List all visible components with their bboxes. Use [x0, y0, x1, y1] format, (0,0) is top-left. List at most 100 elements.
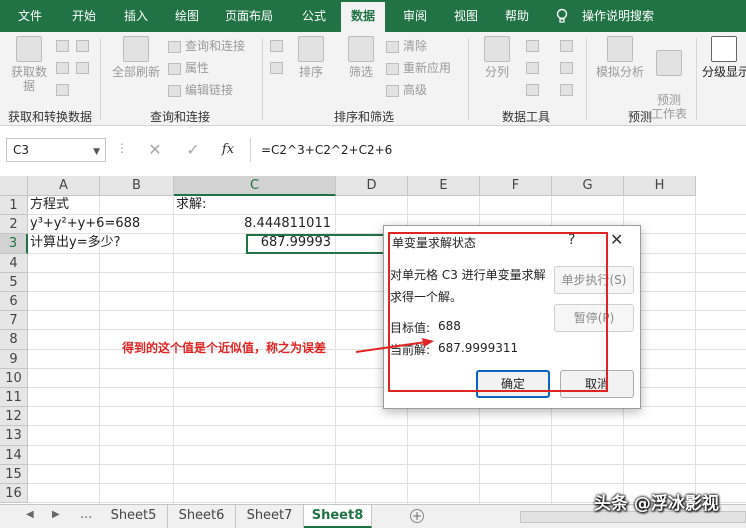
- relationships-icon[interactable]: [560, 62, 573, 74]
- prev-sheet-icon[interactable]: ◀: [26, 509, 34, 520]
- pause-button[interactable]: 暂停(P): [554, 304, 634, 332]
- formula-bar: C3 ▼ ⋮ ✕ ✓ fx =C2^3+C2^2+C2+6: [0, 126, 746, 176]
- row-header[interactable]: 2: [0, 215, 28, 235]
- grid-line: [28, 425, 746, 427]
- ribbon-tab[interactable]: 数据: [341, 2, 386, 32]
- from-web-icon[interactable]: [76, 40, 89, 52]
- next-sheet-icon[interactable]: ▶: [52, 509, 60, 520]
- forecast-sheet-label: 预测 工作表: [650, 93, 687, 121]
- ribbon-data-tab: 获取数据 获取和转换数据 全部刷新 查询和连接 属性 编辑链接 查询和连接 排序…: [0, 32, 746, 126]
- advanced-label: 高级: [403, 83, 428, 97]
- text-to-columns-button[interactable]: 分列: [476, 36, 518, 79]
- column-header[interactable]: H: [624, 176, 696, 196]
- queries-connections-button[interactable]: 查询和连接: [168, 38, 245, 54]
- step-button[interactable]: 单步执行(S): [554, 266, 634, 294]
- existing-connections-icon[interactable]: [56, 84, 69, 96]
- outline-button[interactable]: 分级显示: [702, 36, 746, 79]
- ok-button[interactable]: 确定: [476, 370, 550, 398]
- ribbon-tab[interactable]: 审阅: [403, 0, 427, 32]
- cell-c1[interactable]: 求解:: [176, 196, 376, 215]
- row-header[interactable]: 10: [0, 368, 28, 388]
- grid-line: [28, 444, 746, 446]
- select-all-corner[interactable]: [0, 176, 28, 196]
- row-header[interactable]: 7: [0, 311, 28, 331]
- row-header[interactable]: 14: [0, 445, 28, 465]
- recent-sources-icon[interactable]: [76, 62, 89, 74]
- ribbon-tab[interactable]: 页面布局: [225, 0, 273, 32]
- outline-icon: [711, 36, 737, 62]
- reapply-icon: [386, 62, 399, 75]
- clear-filter-button[interactable]: 清除: [386, 38, 427, 54]
- database-icon: [16, 36, 42, 62]
- row-header[interactable]: 6: [0, 292, 28, 312]
- column-header[interactable]: G: [552, 176, 624, 196]
- sort-button[interactable]: 排序: [292, 36, 330, 79]
- row-header[interactable]: 4: [0, 253, 28, 273]
- sheet-tab-sheet8[interactable]: Sheet8: [304, 505, 372, 528]
- consolidate-icon[interactable]: [560, 40, 573, 52]
- what-if-analysis-button[interactable]: 模拟分析: [592, 36, 648, 79]
- ribbon-separator: [586, 38, 587, 120]
- cancel-entry-icon[interactable]: ✕: [142, 138, 168, 162]
- drag-handle-icon[interactable]: ⋮: [116, 141, 128, 155]
- ribbon-tab[interactable]: 绘图: [175, 0, 199, 32]
- sheet-tab-sheet6[interactable]: Sheet6: [168, 505, 236, 528]
- chevron-down-icon[interactable]: ▼: [93, 141, 100, 163]
- row-header[interactable]: 15: [0, 464, 28, 484]
- column-header[interactable]: E: [408, 176, 480, 196]
- name-box-value: C3: [13, 143, 30, 157]
- data-model-icon[interactable]: [560, 84, 573, 96]
- goal-seek-status-dialog: 单变量求解状态 ? ✕ 对单元格 C3 进行单变量求解 求得一个解。 目标值: …: [383, 225, 641, 409]
- column-header[interactable]: A: [28, 176, 100, 196]
- row-header[interactable]: 9: [0, 349, 28, 369]
- insert-function-icon[interactable]: fx: [215, 138, 241, 162]
- row-header[interactable]: 5: [0, 272, 28, 292]
- ribbon-tab[interactable]: 插入: [124, 0, 148, 32]
- sheet-tab-sheet5[interactable]: Sheet5: [100, 505, 168, 528]
- edit-links-button[interactable]: 编辑链接: [168, 82, 233, 98]
- column-header[interactable]: D: [336, 176, 408, 196]
- row-header[interactable]: 16: [0, 484, 28, 504]
- sort-descending-icon[interactable]: [270, 62, 283, 74]
- add-sheet-icon[interactable]: +: [410, 509, 424, 523]
- filter-button[interactable]: 筛选: [340, 36, 382, 79]
- row-header[interactable]: 3: [0, 234, 28, 254]
- ribbon-tab[interactable]: 开始: [72, 0, 96, 32]
- from-text-icon[interactable]: [56, 40, 69, 52]
- from-table-icon[interactable]: [56, 62, 69, 74]
- formula-input[interactable]: =C2^3+C2^2+C2+6: [250, 138, 746, 162]
- row-header[interactable]: 11: [0, 388, 28, 408]
- ribbon-tab[interactable]: 公式: [302, 0, 326, 32]
- remove-duplicates-icon[interactable]: [526, 62, 539, 74]
- ribbon-tab[interactable]: 帮助: [505, 0, 529, 32]
- column-header[interactable]: F: [480, 176, 552, 196]
- ribbon-tab[interactable]: 文件: [18, 0, 42, 32]
- row-header[interactable]: 12: [0, 407, 28, 427]
- column-header[interactable]: C: [174, 176, 336, 196]
- ribbon-tab[interactable]: 视图: [454, 0, 478, 32]
- data-validation-icon[interactable]: [526, 84, 539, 96]
- refresh-all-button[interactable]: 全部刷新: [108, 36, 164, 79]
- confirm-entry-icon[interactable]: ✓: [180, 138, 206, 162]
- more-sheets-button[interactable]: ...: [80, 507, 92, 522]
- flash-fill-icon[interactable]: [526, 40, 539, 52]
- row-header[interactable]: 13: [0, 426, 28, 446]
- get-data-button[interactable]: 获取数据: [8, 36, 50, 93]
- sort-label: 排序: [298, 65, 323, 79]
- sort-ascending-icon[interactable]: [270, 40, 283, 52]
- row-header[interactable]: 8: [0, 330, 28, 350]
- close-icon[interactable]: ✕: [610, 230, 623, 249]
- cell-c2[interactable]: 8.444811011: [176, 215, 334, 234]
- column-header[interactable]: B: [100, 176, 174, 196]
- tell-me-search[interactable]: 操作说明搜索: [582, 0, 654, 32]
- help-icon[interactable]: ?: [568, 232, 575, 248]
- sheet-tab-sheet7[interactable]: Sheet7: [236, 505, 304, 528]
- row-header[interactable]: 1: [0, 196, 28, 216]
- properties-button[interactable]: 属性: [168, 60, 209, 76]
- advanced-filter-button[interactable]: 高级: [386, 82, 427, 98]
- reapply-button[interactable]: 重新应用: [386, 60, 451, 76]
- name-box[interactable]: C3 ▼: [6, 138, 106, 162]
- group-label-data-tools: 数据工具: [502, 110, 551, 124]
- cancel-button[interactable]: 取消: [560, 370, 634, 398]
- forecast-sheet-button[interactable]: 预测 工作表: [648, 36, 690, 121]
